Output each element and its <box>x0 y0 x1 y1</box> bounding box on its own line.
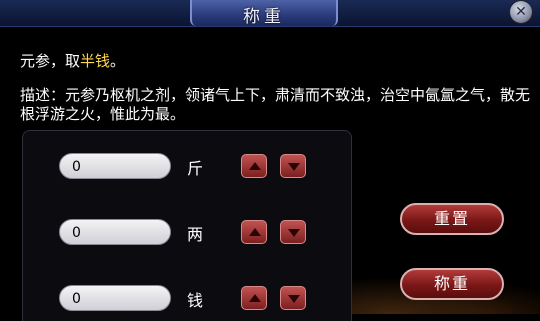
item-amount: 半钱 <box>80 52 111 70</box>
weight-panel: 0 斤 0 两 0 钱 <box>22 130 352 321</box>
qian-decrease-arrow-icon[interactable] <box>280 286 306 310</box>
jin-increase-arrow-icon[interactable] <box>241 154 267 178</box>
jin-input[interactable]: 0 <box>59 153 171 179</box>
item-description: 描述：元参乃枢机之剂，领诸气上下，肃清而不致浊，治空中氤氲之气，散无根浮游之火，… <box>20 86 531 123</box>
reset-button[interactable]: 重置 <box>400 203 504 235</box>
qian-input[interactable]: 0 <box>59 285 171 311</box>
liang-increase-arrow-icon[interactable] <box>241 220 267 244</box>
window-title: 称重 <box>243 7 285 27</box>
item-prefix: 元参，取 <box>20 52 81 70</box>
item-suffix: 。 <box>110 52 126 70</box>
close-icon[interactable]: ✕ <box>510 1 532 23</box>
liang-unit-label: 两 <box>187 225 204 244</box>
qian-unit-label: 钱 <box>187 291 204 310</box>
weight-row-liang: 0 两 <box>23 219 351 249</box>
item-line: 元参，取半钱。 <box>20 50 125 71</box>
liang-input[interactable]: 0 <box>59 219 171 245</box>
weigh-button[interactable]: 称重 <box>400 268 504 300</box>
qian-increase-arrow-icon[interactable] <box>241 286 267 310</box>
jin-decrease-arrow-icon[interactable] <box>280 154 306 178</box>
weight-row-jin: 0 斤 <box>23 153 351 183</box>
liang-decrease-arrow-icon[interactable] <box>280 220 306 244</box>
jin-unit-label: 斤 <box>187 159 204 178</box>
weight-row-qian: 0 钱 <box>23 285 351 315</box>
